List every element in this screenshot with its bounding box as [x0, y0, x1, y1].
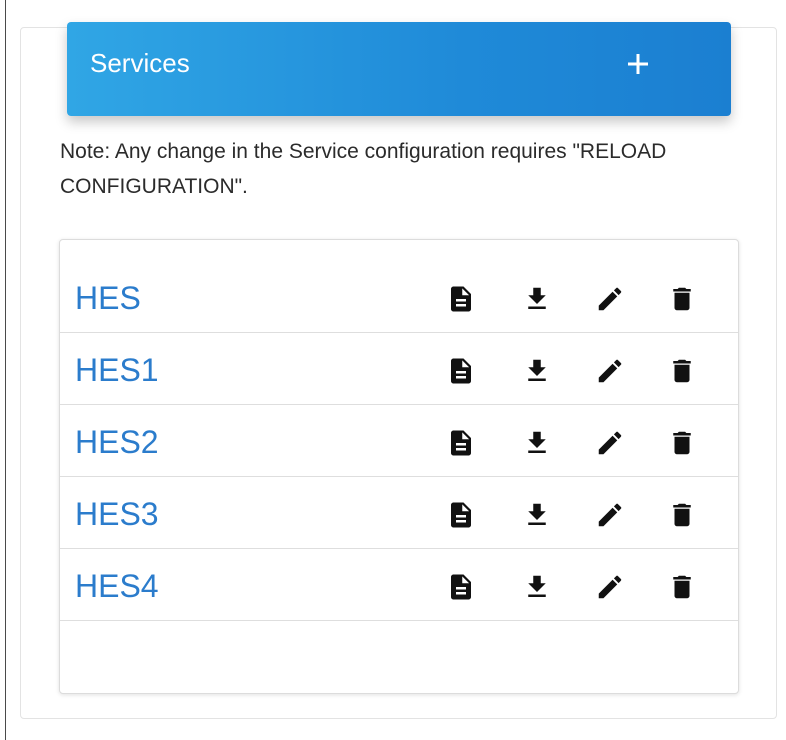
service-row: HES4: [60, 549, 738, 621]
edit-icon[interactable]: [595, 428, 625, 458]
services-header: Services: [67, 22, 731, 116]
delete-icon[interactable]: [667, 500, 697, 530]
delete-icon[interactable]: [667, 284, 697, 314]
service-row: HES1: [60, 333, 738, 405]
download-icon[interactable]: [522, 572, 552, 602]
document-icon[interactable]: [446, 572, 476, 602]
document-icon[interactable]: [446, 428, 476, 458]
edit-icon[interactable]: [595, 572, 625, 602]
edit-icon[interactable]: [595, 284, 625, 314]
add-service-button[interactable]: [618, 44, 658, 84]
download-icon[interactable]: [522, 428, 552, 458]
service-name-link[interactable]: HES: [75, 280, 141, 316]
service-name-link[interactable]: HES4: [75, 568, 159, 604]
document-icon[interactable]: [446, 284, 476, 314]
delete-icon[interactable]: [667, 572, 697, 602]
service-row: HES: [60, 261, 738, 333]
document-icon[interactable]: [446, 500, 476, 530]
edit-icon[interactable]: [595, 500, 625, 530]
plus-icon: [628, 54, 648, 74]
service-row: HES2: [60, 405, 738, 477]
reload-note: Note: Any change in the Service configur…: [60, 140, 667, 198]
download-icon[interactable]: [522, 356, 552, 386]
edit-icon[interactable]: [595, 356, 625, 386]
download-icon[interactable]: [522, 500, 552, 530]
document-icon[interactable]: [446, 356, 476, 386]
services-list: HES HES1 HES2 HES3 HES4: [59, 239, 739, 694]
header-title: Services: [90, 48, 190, 78]
service-name-link[interactable]: HES2: [75, 424, 159, 460]
delete-icon[interactable]: [667, 428, 697, 458]
download-icon[interactable]: [522, 284, 552, 314]
service-row: HES3: [60, 477, 738, 549]
delete-icon[interactable]: [667, 356, 697, 386]
service-name-link[interactable]: HES1: [75, 352, 159, 388]
window-edge: [5, 0, 6, 740]
service-name-link[interactable]: HES3: [75, 496, 159, 532]
